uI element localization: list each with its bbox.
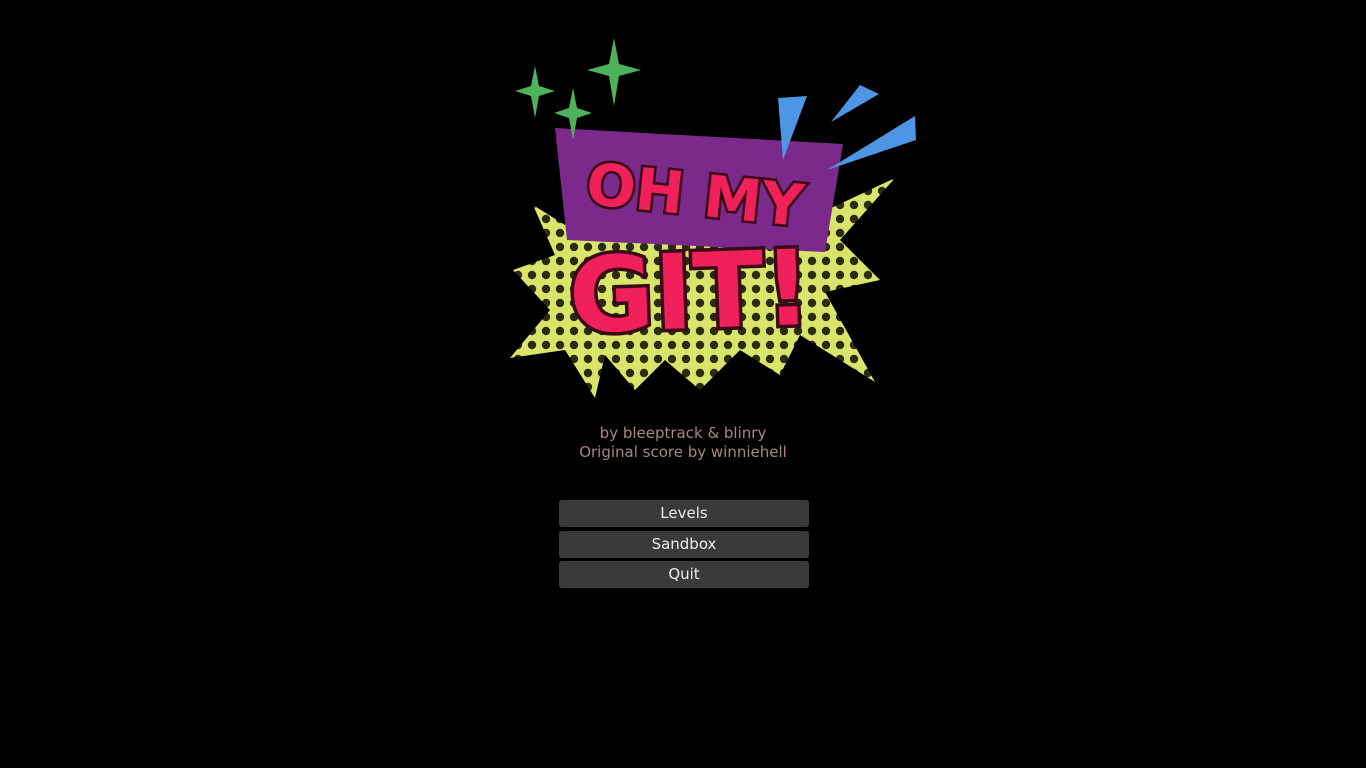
shard-icon bbox=[831, 85, 879, 122]
oh-my-git-logo: OH MY GIT! bbox=[510, 38, 916, 398]
credits-score: Original score by winniehell bbox=[579, 443, 787, 461]
sparkle-icon bbox=[515, 66, 555, 118]
main-menu: Levels Sandbox Quit bbox=[559, 500, 809, 592]
sandbox-button[interactable]: Sandbox bbox=[559, 530, 809, 558]
sparkle-icon bbox=[587, 38, 641, 106]
quit-button[interactable]: Quit bbox=[559, 561, 809, 588]
shard-icon bbox=[827, 116, 916, 170]
logo-text-git: GIT! bbox=[567, 227, 814, 357]
main-menu-screen: OH MY GIT! by bleeptrack & blinry Origin… bbox=[0, 0, 1366, 768]
credits-authors: by bleeptrack & blinry bbox=[599, 424, 767, 442]
levels-button[interactable]: Levels bbox=[559, 500, 809, 527]
